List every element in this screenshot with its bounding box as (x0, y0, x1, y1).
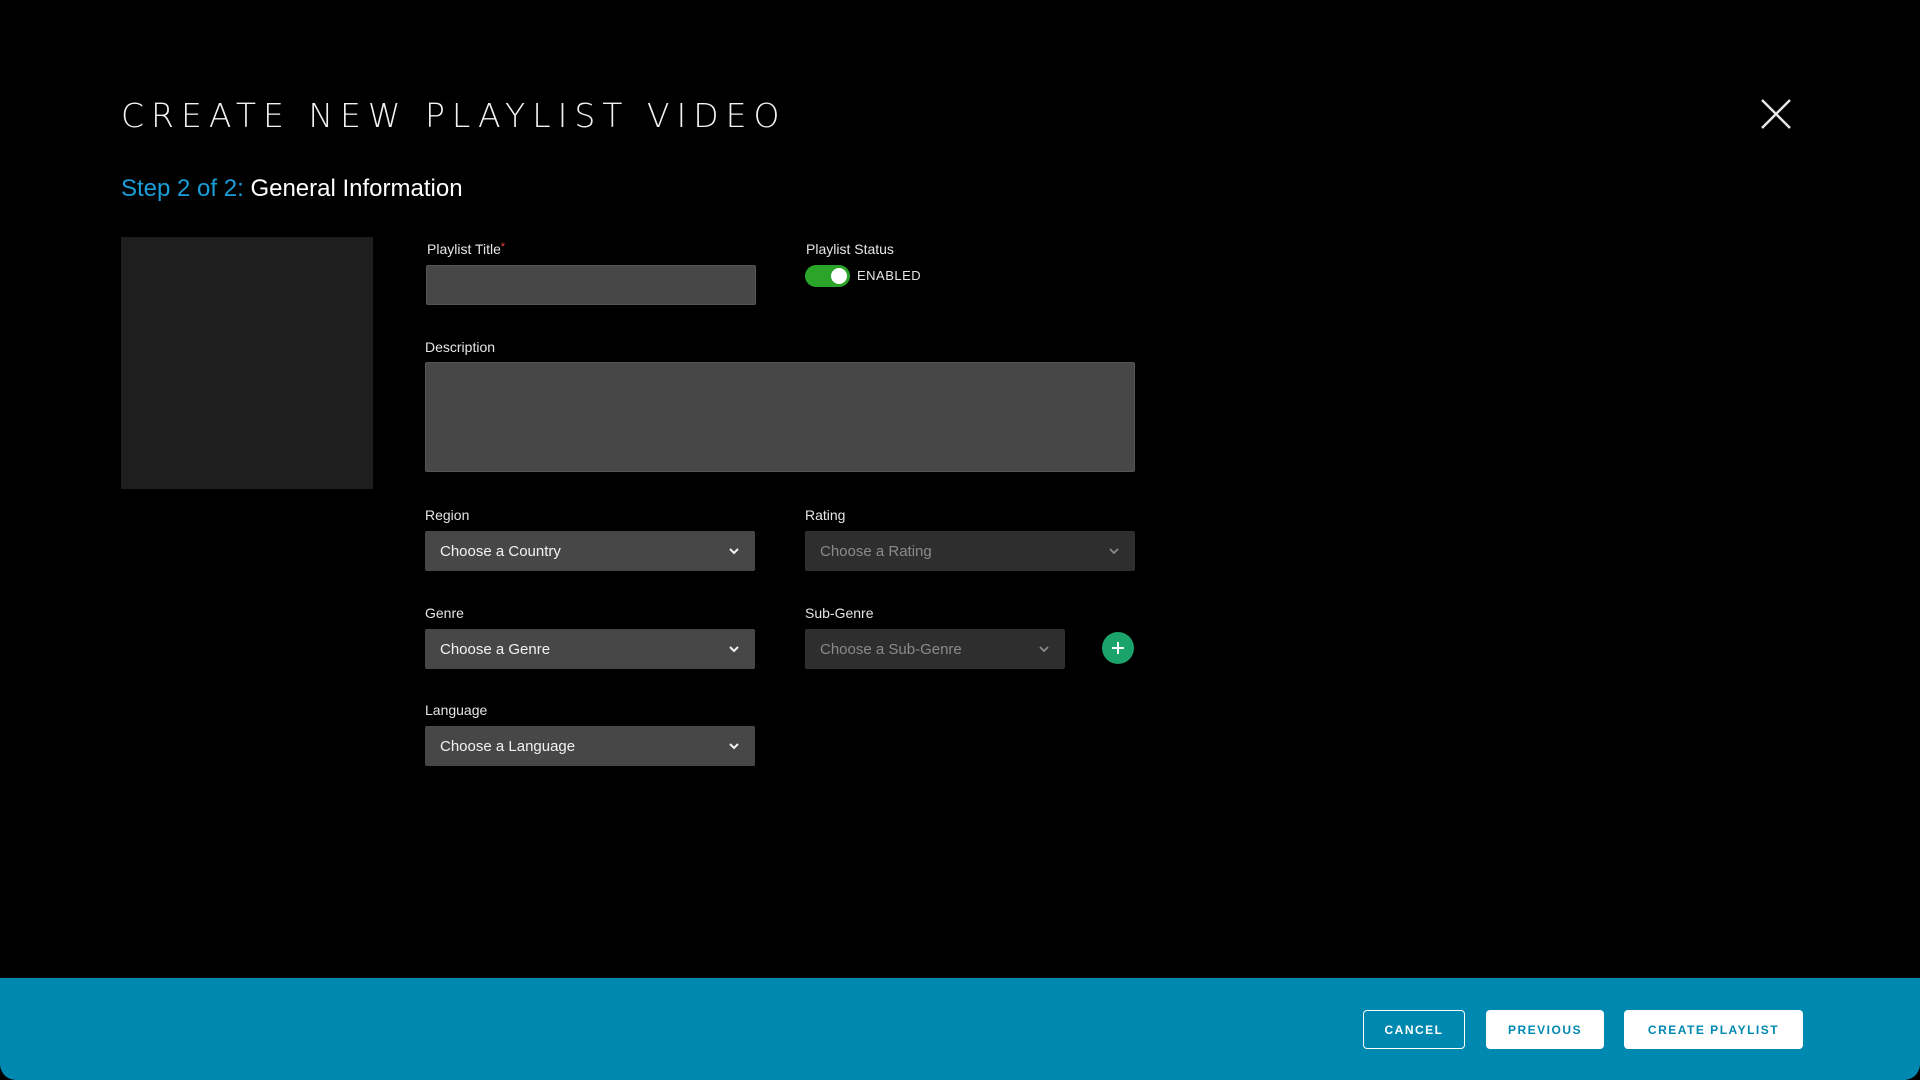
close-icon (1761, 99, 1791, 129)
page-title: CREATE NEW PLAYLIST VIDEO (121, 96, 787, 135)
playlist-status-toggle[interactable] (805, 265, 850, 287)
toggle-knob (831, 268, 847, 284)
description-label: Description (425, 339, 496, 355)
thumbnail-placeholder[interactable] (121, 237, 373, 489)
close-button[interactable] (1759, 97, 1793, 131)
step-name: General Information (250, 175, 463, 202)
add-subgenre-button[interactable] (1102, 632, 1134, 664)
subgenre-select[interactable]: Choose a Sub-Genre (805, 629, 1065, 669)
genre-label: Genre (425, 605, 464, 621)
create-playlist-button[interactable]: CREATE PLAYLIST (1624, 1010, 1803, 1049)
chevron-down-icon (1039, 646, 1049, 653)
genre-selected-value: Choose a Genre (440, 640, 551, 658)
playlist-title-input[interactable] (426, 265, 756, 305)
region-select[interactable]: Choose a Country (425, 531, 755, 571)
cancel-button[interactable]: CANCEL (1363, 1010, 1465, 1049)
chevron-down-icon (729, 548, 739, 555)
rating-selected-value: Choose a Rating (820, 542, 932, 560)
playlist-status-label: Playlist Status (806, 241, 894, 257)
description-textarea[interactable] (425, 362, 1135, 472)
step-counter: Step 2 of 2: (121, 175, 244, 202)
language-selected-value: Choose a Language (440, 737, 576, 755)
chevron-down-icon (729, 743, 739, 750)
create-playlist-modal: CREATE NEW PLAYLIST VIDEO Step 2 of 2: G… (0, 0, 1920, 1080)
playlist-status-value: ENABLED (857, 268, 922, 283)
subgenre-label: Sub-Genre (805, 605, 874, 621)
previous-button[interactable]: PREVIOUS (1486, 1010, 1604, 1049)
chevron-down-icon (1109, 548, 1119, 555)
step-indicator: Step 2 of 2: General Information (121, 175, 463, 203)
genre-select[interactable]: Choose a Genre (425, 629, 755, 669)
language-label: Language (425, 702, 488, 718)
language-select[interactable]: Choose a Language (425, 726, 755, 766)
plus-icon (1112, 642, 1124, 654)
playlist-title-label: Playlist Title* (427, 241, 506, 257)
rating-label: Rating (805, 507, 846, 523)
required-mark: * (500, 241, 506, 253)
subgenre-selected-value: Choose a Sub-Genre (820, 640, 962, 658)
region-label: Region (425, 507, 470, 523)
region-selected-value: Choose a Country (440, 542, 561, 560)
chevron-down-icon (729, 646, 739, 653)
rating-select[interactable]: Choose a Rating (805, 531, 1135, 571)
